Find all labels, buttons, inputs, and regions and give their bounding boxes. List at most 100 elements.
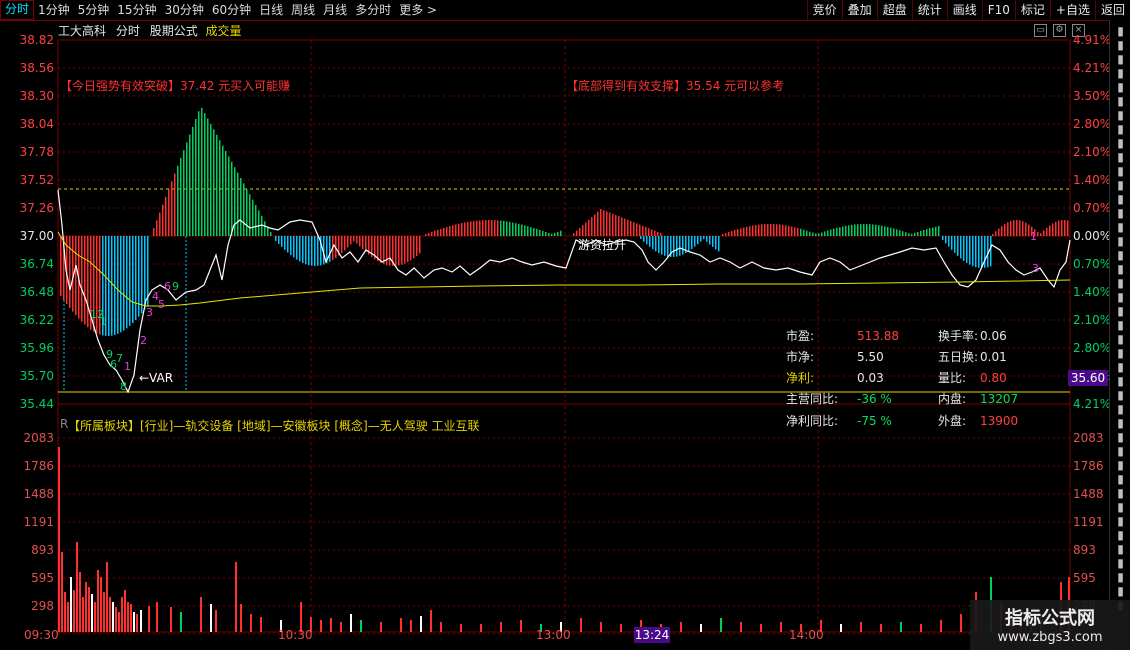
momentum-bar	[467, 221, 469, 236]
momentum-bar	[863, 224, 865, 236]
price-tick-label: 36.48	[19, 285, 54, 299]
momentum-bar	[437, 229, 439, 236]
momentum-bar	[643, 236, 645, 242]
momentum-bar	[497, 220, 499, 236]
time-tick-label: 09:30	[24, 628, 59, 642]
momentum-bar	[773, 224, 775, 236]
turnover-label: 换手率:	[938, 329, 979, 343]
momentum-bar	[536, 228, 538, 236]
momentum-bar	[192, 126, 194, 236]
outer-label: 外盘:	[938, 414, 967, 428]
volume-bar	[380, 622, 382, 632]
sidebar-tab-strip[interactable]: ▮ ▮ ▮ ▮ ▮ ▮ ▮ ▮ ▮ ▮ ▮ ▮ ▮ ▮ ▮ ▮ ▮ ▮ ▮ ▮ ▮ ▮ ▮ ▮ ▮ ▮ ▮ ▮ ▮ ▮ ▮ ▮ ▮ ▮ ▮ ▮ ▮ ▮ ▮ ▮…	[1110, 24, 1130, 612]
momentum-bar	[287, 236, 289, 253]
volume-bar	[70, 577, 72, 632]
momentum-bar	[431, 231, 433, 236]
momentum-bar	[1010, 220, 1012, 236]
momentum-bar	[416, 236, 418, 256]
momentum-bar	[293, 236, 295, 258]
momentum-bar	[171, 181, 173, 236]
rev-label: 主营同比:	[786, 392, 839, 406]
momentum-bar	[642, 225, 644, 236]
volume-tick-label-right: 595	[1073, 571, 1096, 585]
momentum-bar	[359, 236, 361, 247]
momentum-bar	[746, 226, 748, 236]
intraday-chart[interactable]: 12196 78123456 913	[0, 0, 1130, 650]
momentum-bar	[794, 227, 796, 236]
percent-tick-label: 4.21%	[1073, 61, 1112, 75]
momentum-bar	[1025, 222, 1027, 236]
time-tick-label: 13:00	[536, 628, 571, 642]
momentum-bar	[706, 236, 708, 242]
volume-ratio-value: 0.80	[980, 371, 1007, 385]
momentum-bar	[81, 236, 83, 322]
momentum-bar	[1022, 221, 1024, 236]
momentum-bar	[830, 229, 832, 236]
momentum-bar	[648, 228, 650, 236]
momentum-bar	[509, 221, 511, 236]
signal-count-label: 9	[172, 280, 179, 293]
momentum-bar	[664, 236, 666, 256]
momentum-bar	[210, 124, 212, 236]
momentum-bar	[60, 236, 62, 296]
momentum-bar	[428, 232, 430, 236]
momentum-bar	[311, 236, 313, 266]
momentum-bar	[579, 227, 581, 236]
momentum-bar	[606, 211, 608, 236]
momentum-bar	[419, 236, 421, 254]
momentum-bar	[69, 236, 71, 308]
momentum-bar	[281, 236, 283, 247]
momentum-bar	[884, 226, 886, 236]
momentum-bar	[560, 230, 562, 236]
momentum-bar	[954, 236, 956, 253]
momentum-bar	[755, 225, 757, 236]
momentum-bar	[177, 165, 179, 236]
rev-value: -36 %	[857, 392, 892, 406]
momentum-bar	[302, 236, 304, 264]
right-sidebar[interactable]: ▮ ▮ ▮ ▮ ▮ ▮ ▮ ▮ ▮ ▮ ▮ ▮ ▮ ▮ ▮ ▮ ▮ ▮ ▮ ▮ ▮ ▮ ▮ ▮ ▮ ▮ ▮ ▮ ▮ ▮ ▮ ▮ ▮ ▮ ▮ ▮ ▮ ▮ ▮ ▮…	[1109, 20, 1130, 650]
momentum-bar	[658, 236, 660, 254]
watermark: 指标公式网 www.zbgs3.com	[970, 600, 1130, 650]
volume-tick-label: 2083	[23, 431, 54, 445]
momentum-bar	[512, 222, 514, 236]
momentum-bar	[627, 219, 629, 236]
price-panel-border	[57, 39, 1071, 405]
momentum-bar	[296, 236, 298, 260]
momentum-bar	[942, 236, 944, 240]
momentum-bar	[299, 236, 301, 262]
signal-count-label: 1	[1030, 230, 1037, 243]
momentum-bar	[290, 236, 292, 256]
volume-bar	[133, 612, 135, 632]
volume-bar	[860, 622, 862, 632]
momentum-bar	[573, 233, 575, 236]
momentum-bar	[404, 236, 406, 264]
momentum-bar	[1019, 220, 1021, 236]
turnover-value: 0.06	[980, 329, 1007, 343]
momentum-bar	[731, 231, 733, 236]
volume-bar	[115, 607, 117, 632]
turnover5-label: 五日换:	[938, 350, 979, 364]
momentum-bar	[539, 229, 541, 236]
momentum-bar	[932, 227, 934, 236]
volume-bar	[250, 614, 252, 632]
momentum-bar	[881, 225, 883, 236]
npy-label: 净利同比:	[786, 414, 839, 428]
watermark-url: www.zbgs3.com	[997, 630, 1103, 645]
percent-tick-label: 0.00%	[1073, 229, 1112, 243]
momentum-bar	[630, 221, 632, 236]
momentum-bar	[278, 236, 280, 244]
momentum-bar	[545, 232, 547, 236]
volume-bar	[130, 604, 132, 632]
momentum-bar	[703, 236, 705, 240]
volume-bar	[109, 597, 111, 632]
momentum-bar	[494, 220, 496, 236]
momentum-bar	[615, 215, 617, 236]
momentum-bar	[329, 236, 331, 262]
momentum-bar	[827, 230, 829, 236]
volume-bar	[79, 572, 81, 632]
momentum-bar	[249, 194, 251, 236]
momentum-bar	[275, 236, 277, 241]
momentum-bar	[600, 209, 602, 236]
cursor-time-tag: 13:24	[634, 627, 670, 643]
pe-label: 市盈:	[786, 329, 815, 343]
